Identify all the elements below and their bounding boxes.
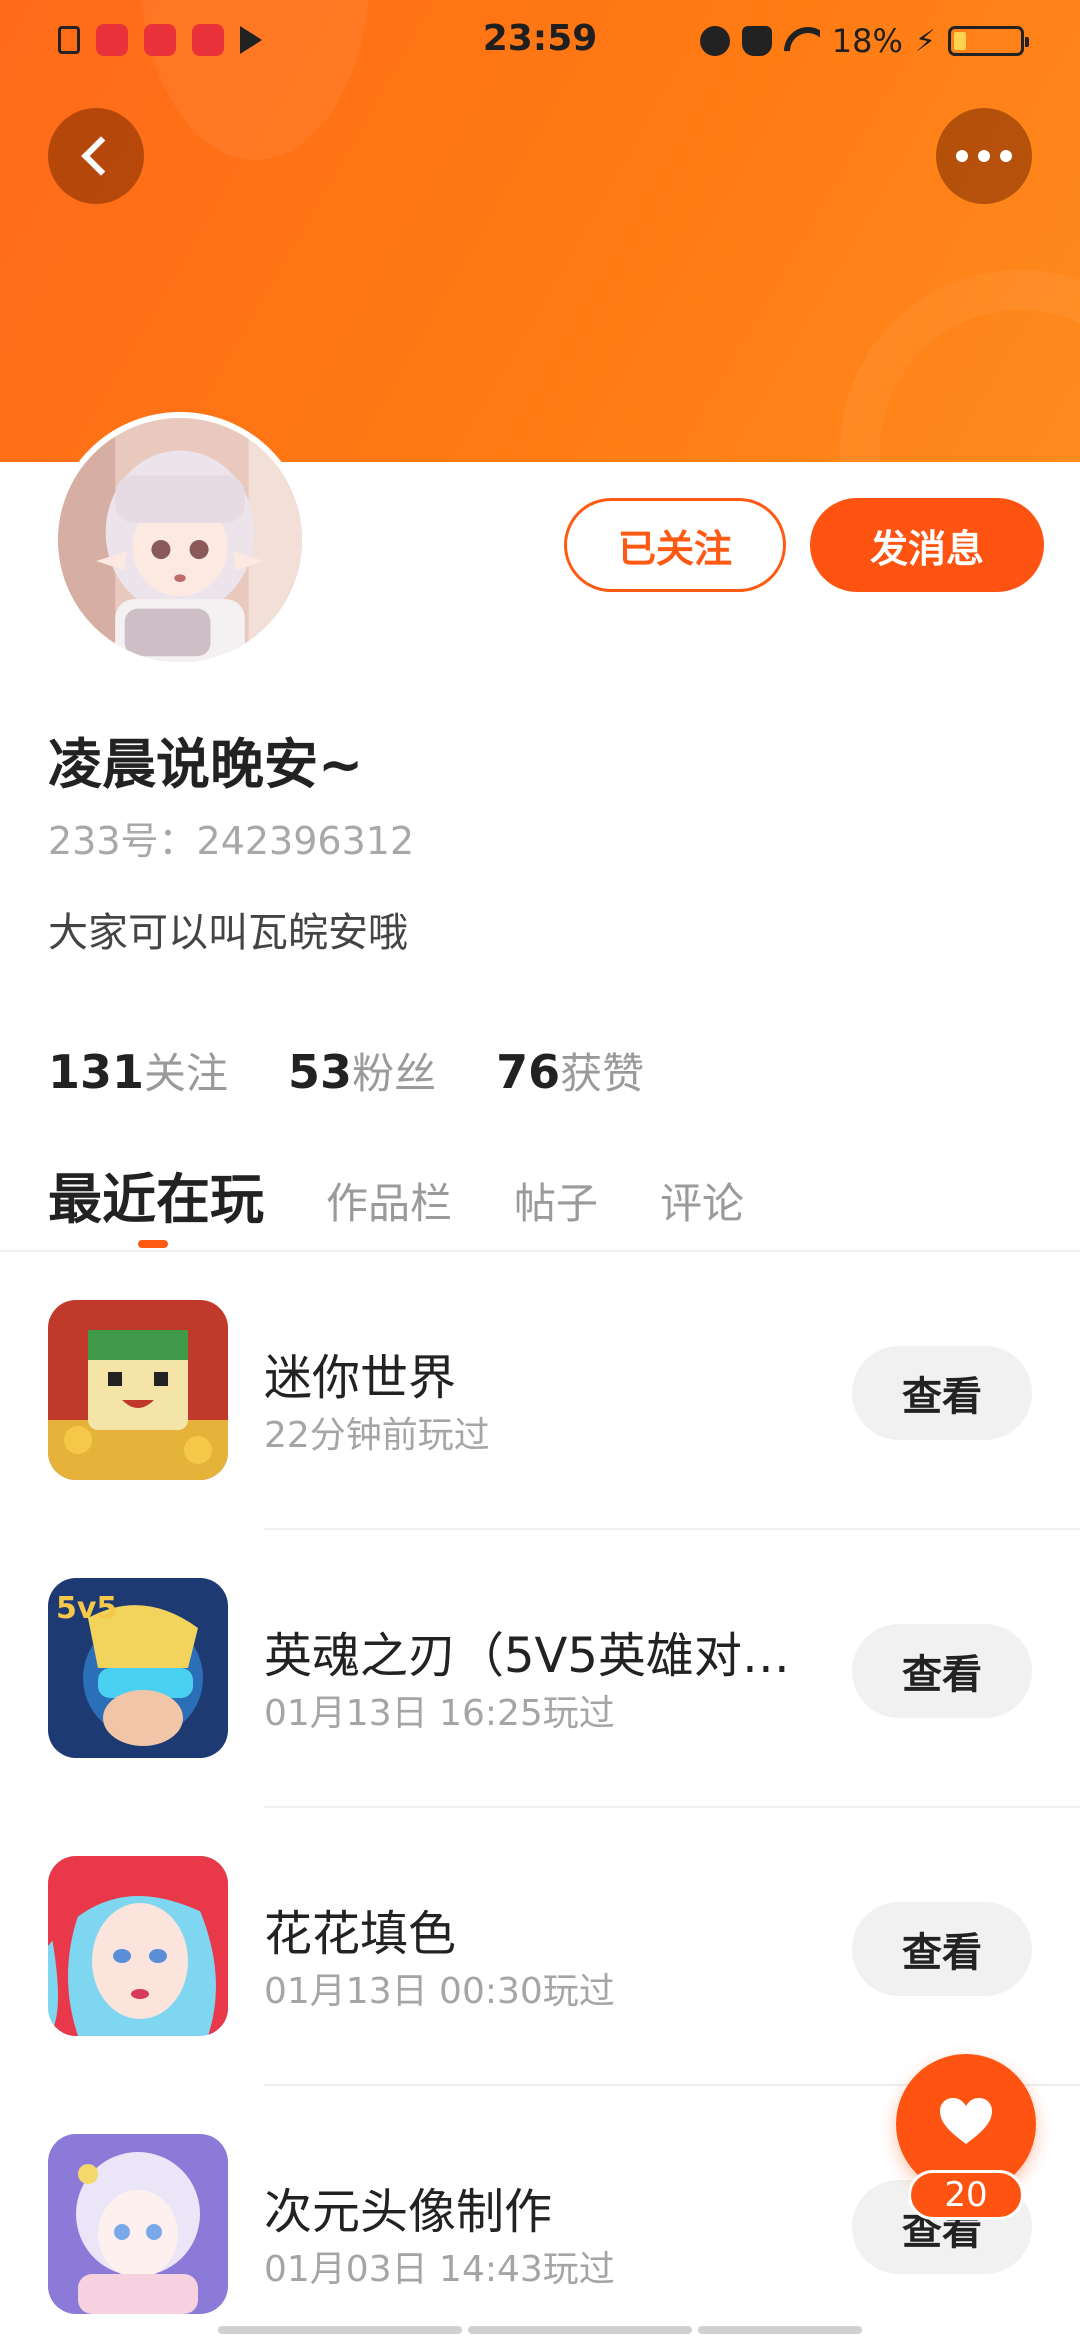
game-name: 花花填色 (264, 1906, 457, 1962)
user-id: 233号：242396312 (48, 819, 415, 863)
game-name: 次元头像制作 (264, 2184, 553, 2240)
game-icon-avatar-maker (48, 2134, 228, 2314)
game-name: 英魂之刃（5V5英雄对… (264, 1628, 790, 1684)
view-button[interactable]: 查看 (852, 1624, 1032, 1718)
like-count-badge: 20 (908, 2170, 1024, 2220)
alarm-icon (699, 26, 730, 56)
list-item[interactable]: 迷你世界 22分钟前玩过 查看 (0, 1252, 1080, 1530)
wifi-icon (784, 27, 820, 55)
stat-number: 53 (288, 1045, 353, 1099)
active-tab-indicator (138, 1240, 168, 1248)
tab-comments[interactable]: 评论 (660, 1170, 744, 1231)
game-name: 迷你世界 (264, 1350, 457, 1406)
banner-decoration (840, 270, 1080, 462)
tab-posts[interactable]: 帖子 (514, 1170, 598, 1231)
last-played-time: 01月13日 16:25玩过 (264, 1693, 615, 1734)
list-item[interactable]: 5v5 英魂之刃（5V5英雄对… 01月13日 16:25玩过 查看 (0, 1530, 1080, 1808)
avatar[interactable] (52, 412, 308, 668)
profile-stats: 131 关注 53 粉丝 76 获赞 (48, 1040, 644, 1101)
more-button[interactable] (936, 108, 1032, 204)
game-icon-flower-coloring (48, 1856, 228, 2036)
stat-number: 76 (496, 1045, 561, 1099)
tab-works[interactable]: 作品栏 (326, 1170, 452, 1231)
stat-label: 获赞 (560, 1049, 645, 1098)
send-message-button[interactable]: 发消息 (810, 498, 1044, 592)
game-icon-hero-blade: 5v5 (48, 1578, 228, 1758)
charging-icon: ⚡ (914, 23, 936, 59)
heart-icon (940, 2098, 992, 2144)
battery-percent: 18% (831, 22, 903, 60)
user-nickname: 凌晨说晚安~ (48, 733, 364, 796)
last-played-time: 22分钟前玩过 (264, 1415, 490, 1456)
chevron-left-icon (81, 136, 121, 176)
last-played-time: 01月03日 14:43玩过 (264, 2249, 615, 2290)
stat-label: 粉丝 (352, 1049, 437, 1098)
followed-button[interactable]: 已关注 (564, 498, 786, 592)
last-played-time: 01月13日 00:30玩过 (264, 1971, 615, 2012)
system-icons: 18% ⚡ (699, 22, 1029, 60)
followers-stat[interactable]: 53 粉丝 (288, 1040, 436, 1101)
view-button[interactable]: 查看 (852, 1902, 1032, 1996)
profile-tabs: 最近在玩 作品栏 帖子 评论 (48, 1155, 744, 1234)
back-button[interactable] (48, 108, 144, 204)
stat-number: 131 (48, 1045, 145, 1099)
mute-bell-icon (741, 26, 772, 56)
avatar-illustration (58, 418, 302, 662)
user-bio: 大家可以叫瓦皖安哦 (48, 910, 408, 956)
game-icon-mini-world (48, 1300, 228, 1480)
svg-text:5v5: 5v5 (56, 1591, 117, 1626)
following-stat[interactable]: 131 关注 (48, 1040, 228, 1101)
battery-fill (954, 32, 966, 50)
likes-stat: 76 获赞 (496, 1040, 644, 1101)
view-button[interactable]: 查看 (852, 1346, 1032, 1440)
status-bar: 23:59 18% ⚡ (0, 0, 1080, 84)
more-horizontal-icon (956, 150, 1012, 162)
tab-recently-played[interactable]: 最近在玩 (48, 1155, 264, 1234)
home-indicator[interactable] (0, 2326, 1080, 2334)
stat-label: 关注 (144, 1049, 229, 1098)
list-item[interactable]: 花花填色 01月13日 00:30玩过 查看 (0, 1808, 1080, 2086)
battery-icon (948, 26, 1029, 56)
